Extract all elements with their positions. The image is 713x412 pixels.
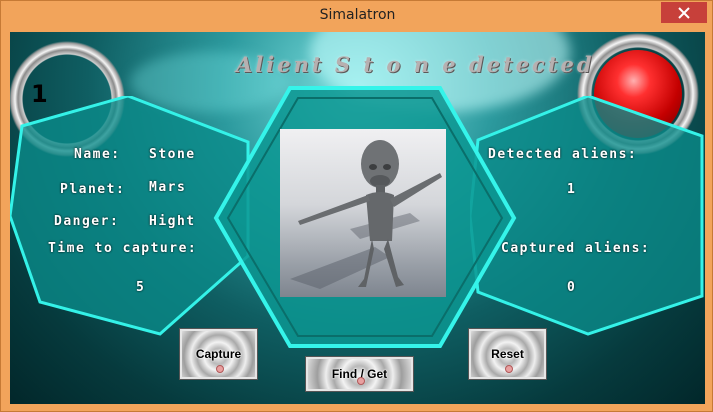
close-button[interactable] [661,2,707,23]
alien-image [280,129,446,297]
game-area: 1 Alient S t o n e detected Name: Stone … [10,32,705,404]
button-indicator-icon [215,365,224,373]
danger-label: Danger: [54,214,120,229]
title-bar: Simalatron [1,1,713,32]
danger-value: Hight [149,214,196,229]
alien-figure [290,140,442,289]
button-indicator-icon [356,377,365,385]
app-window: Simalatron 1 Alient S t o n e detected N… [0,0,713,412]
captured-aliens-label: Captured aliens: [501,241,651,256]
reset-button-label: Reset [491,347,524,361]
capture-button[interactable]: Capture [179,328,258,380]
window-title: Simalatron [319,7,396,23]
button-indicator-icon [504,365,513,373]
detected-aliens-label: Detected aliens: [488,147,638,162]
time-to-capture-value: 5 [136,280,146,295]
close-icon [678,6,690,19]
name-label: Name: [74,147,121,162]
capture-button-label: Capture [195,347,242,361]
planet-value: Mars [149,180,187,195]
detected-aliens-value: 1 [567,182,577,197]
name-value: Stone [149,147,196,162]
reset-button[interactable]: Reset [468,328,547,380]
planet-label: Planet: [60,182,126,197]
time-to-capture-label: Time to capture: [48,241,198,256]
find-get-button[interactable]: Find / Get [305,356,414,392]
captured-aliens-value: 0 [567,280,577,295]
detection-banner: Alient S t o n e detected [236,52,595,77]
